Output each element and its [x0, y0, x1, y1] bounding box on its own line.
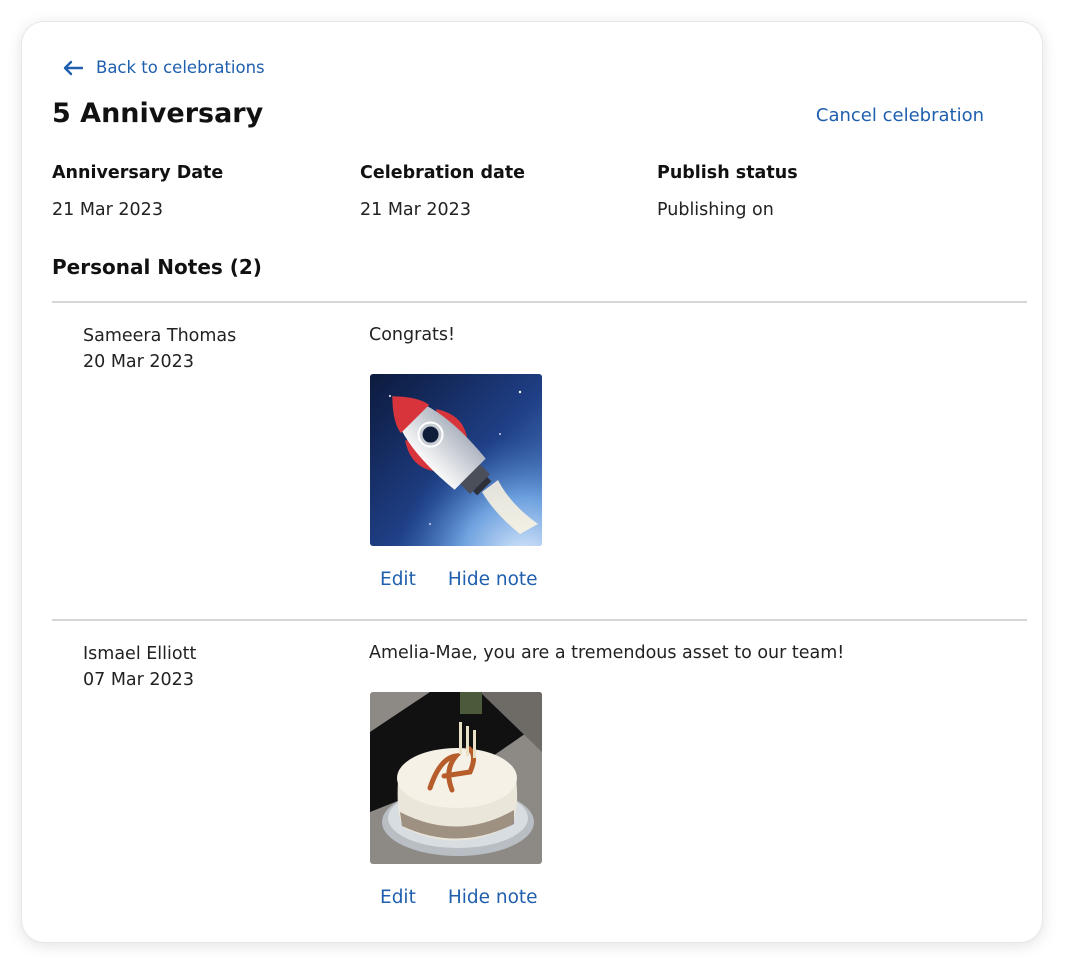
celebration-date-label: Celebration date	[360, 163, 526, 183]
anniversary-date-value: 21 Mar 2023	[52, 200, 163, 220]
note-actions: Edit Hide note	[380, 569, 538, 590]
arrow-left-icon	[62, 60, 84, 76]
divider	[52, 301, 1027, 303]
note-author-block: Ismael Elliott 07 Mar 2023	[83, 641, 196, 693]
cancel-celebration-link[interactable]: Cancel celebration	[816, 105, 984, 126]
note-actions: Edit Hide note	[380, 887, 538, 908]
personal-notes-heading: Personal Notes (2)	[52, 255, 262, 279]
back-to-celebrations-link[interactable]: Back to celebrations	[62, 58, 265, 77]
divider	[52, 619, 1027, 621]
note-author-name: Sameera Thomas	[83, 326, 237, 346]
edit-note-button[interactable]: Edit	[380, 887, 416, 908]
edit-note-button[interactable]: Edit	[380, 569, 416, 590]
hide-note-button[interactable]: Hide note	[448, 569, 538, 590]
note-author-block: Sameera Thomas 20 Mar 2023	[83, 323, 236, 375]
note-message: Amelia-Mae, you are a tremendous asset t…	[369, 643, 845, 663]
birthday-cake-image	[370, 692, 542, 864]
anniversary-date-label: Anniversary Date	[52, 163, 224, 183]
celebration-date-value: 21 Mar 2023	[360, 200, 471, 220]
rocket-image	[370, 374, 542, 546]
note-message: Congrats!	[369, 325, 456, 345]
note-date: 20 Mar 2023	[83, 352, 194, 372]
note-date: 07 Mar 2023	[83, 670, 194, 690]
celebration-card: Back to celebrations 5 Anniversary Cance…	[22, 22, 1042, 942]
page-title: 5 Anniversary	[52, 98, 264, 129]
back-link-label: Back to celebrations	[96, 58, 265, 77]
note-author-name: Ismael Elliott	[83, 644, 197, 664]
hide-note-button[interactable]: Hide note	[448, 887, 538, 908]
publish-status-value: Publishing on	[657, 200, 774, 220]
publish-status-label: Publish status	[657, 163, 798, 183]
